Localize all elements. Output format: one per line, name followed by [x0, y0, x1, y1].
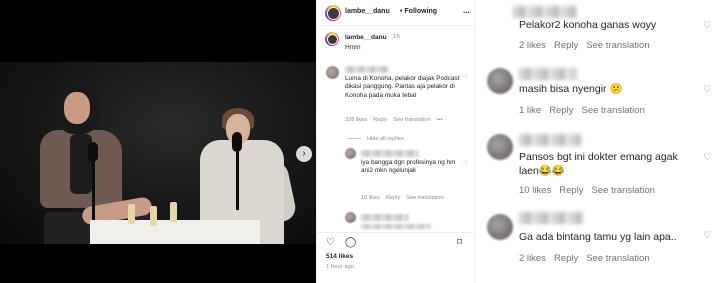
zoom-comment-text: Pelakor2 konoha ganas woyy: [519, 19, 657, 31]
reply-button[interactable]: Reply: [386, 195, 400, 201]
zoom-comment-meta: 10 likes Reply See translation: [519, 185, 663, 196]
more-options-icon[interactable]: ...: [463, 6, 470, 15]
heart-icon[interactable]: ♡: [703, 20, 712, 31]
comment-more-icon[interactable]: •••: [437, 117, 443, 123]
see-translation-link[interactable]: See translation: [592, 185, 655, 196]
see-translation-link[interactable]: See translation: [406, 195, 443, 201]
post-timestamp: 1 hour ago: [326, 264, 355, 270]
zoomed-comments: Pelakor2 konoha ganas woyy 2 likes Reply S…: [474, 0, 720, 283]
reply-text-blurred: [361, 224, 431, 229]
microphone-left: [88, 142, 98, 162]
caption-text: Hmm: [345, 44, 361, 51]
see-translation-link[interactable]: See translation: [586, 40, 649, 51]
bottle: [128, 204, 135, 224]
zoom-comment-text: Ga ada bintang tamu yg lain apa..: [519, 231, 677, 243]
reply-likes[interactable]: 10 likes: [361, 195, 380, 201]
bookmark-icon[interactable]: ⌑: [457, 237, 462, 248]
reply-avatar-blurred: [345, 148, 356, 159]
heart-icon[interactable]: ♡: [703, 230, 712, 241]
chevron-right-icon: ›: [302, 148, 306, 159]
reply-name-blurred: [361, 150, 419, 157]
caption-avatar[interactable]: [325, 32, 339, 46]
following-label: Following: [404, 8, 438, 15]
reply-button[interactable]: Reply: [549, 105, 573, 116]
podcast-table: [90, 220, 260, 244]
caption-time: 1h: [393, 34, 400, 40]
guest-left-face: [64, 92, 90, 124]
like-heart-icon[interactable]: ♡: [326, 237, 335, 248]
reply-button[interactable]: Reply: [559, 185, 583, 196]
commenter-avatar-blurred: [326, 66, 339, 79]
heart-icon[interactable]: ♡: [463, 74, 468, 81]
commenter-name-blurred: [519, 68, 577, 80]
zoom-comment-meta: 1 like Reply See translation: [519, 105, 653, 116]
comment-likes[interactable]: 2 likes: [519, 253, 546, 264]
mic-stand-right: [236, 150, 239, 210]
comment-text: Luma di Konoha, pelakor diajak Podcast d…: [345, 75, 460, 99]
comment-icon[interactable]: ◯: [345, 237, 356, 248]
commenter-name-blurred: [513, 6, 577, 18]
heart-icon[interactable]: ♡: [703, 152, 712, 163]
post-header: lambe__danu • Following ...: [317, 0, 475, 26]
bottle: [150, 206, 157, 226]
video-player[interactable]: [0, 62, 316, 244]
commenter-avatar-blurred: [487, 68, 513, 94]
commenter-name-blurred: [519, 212, 583, 224]
video-post: ›: [0, 0, 316, 283]
post-likes-count[interactable]: 514 likes: [326, 253, 353, 260]
zoom-comment-text: masih bisa nyengir 😕: [519, 83, 623, 95]
zoom-comment-text: Pansos bgt ini dokter emang agak laen😂😂: [519, 151, 678, 177]
divider: [347, 138, 361, 140]
reply-avatar-blurred: [345, 212, 356, 223]
comments-panel: lambe__danu • Following ... lambe__danu …: [316, 0, 475, 283]
caption-username[interactable]: lambe__danu: [345, 34, 387, 41]
hide-replies-label: Hide all replies: [367, 136, 404, 142]
zoom-comment-meta: 2 likes Reply See translation: [519, 253, 658, 264]
comment-likes[interactable]: 2 likes: [519, 40, 546, 51]
see-translation-link[interactable]: See translation: [586, 253, 649, 264]
comment-likes[interactable]: 338 likes: [345, 117, 367, 123]
see-translation-link[interactable]: See translation: [393, 117, 430, 123]
reply-name-blurred: [361, 214, 409, 221]
commenter-name-blurred: [345, 66, 389, 73]
mic-stand-left: [92, 160, 95, 220]
commenter-avatar-blurred: [487, 214, 513, 240]
comment-meta: 338 likes Reply See translation •••: [345, 117, 449, 123]
header-username[interactable]: lambe__danu: [345, 8, 390, 15]
reply-button[interactable]: Reply: [554, 253, 578, 264]
reply-text: iya bangga dgn profesinya ng hm ani2 mkn…: [361, 159, 456, 175]
next-slide-button[interactable]: ›: [296, 146, 312, 162]
commenter-name-blurred: [519, 134, 581, 146]
heart-icon[interactable]: ♡: [463, 160, 468, 167]
hide-replies-toggle[interactable]: Hide all replies: [347, 136, 410, 142]
microphone-right: [232, 132, 242, 152]
post-actions-bar: ♡ ◯ ⌑ 514 likes 1 hour ago: [317, 232, 475, 283]
comment-likes[interactable]: 1 like: [519, 105, 541, 116]
separator-dot: •: [400, 8, 403, 15]
bottle: [170, 202, 177, 222]
following-button[interactable]: • Following: [400, 8, 437, 15]
commenter-avatar-blurred: [487, 134, 513, 160]
see-translation-link[interactable]: See translation: [581, 105, 644, 116]
heart-icon[interactable]: ♡: [703, 84, 712, 95]
zoom-comment-meta: 2 likes Reply See translation: [519, 40, 658, 51]
reply-button[interactable]: Reply: [373, 117, 387, 123]
avatar[interactable]: [325, 5, 341, 21]
comment-likes[interactable]: 10 likes: [519, 185, 551, 196]
reply-meta: 10 likes Reply See translation: [361, 195, 450, 201]
reply-button[interactable]: Reply: [554, 40, 578, 51]
